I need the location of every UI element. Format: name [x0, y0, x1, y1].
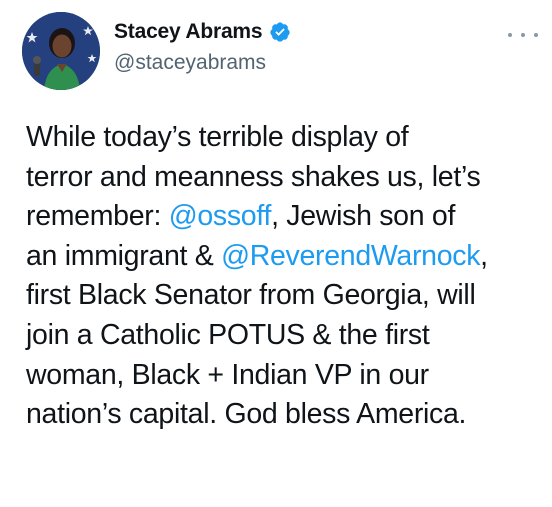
tweet-text-line: While today’s terrible display of [26, 118, 536, 158]
tweet-text-line: nation’s capital. God bless America. [26, 395, 536, 435]
tweet-text-line: join a Catholic POTUS & the first [26, 316, 536, 356]
avatar[interactable] [22, 12, 100, 90]
author-display-name[interactable]: Stacey Abrams [114, 20, 263, 44]
tweet-text-segment: join a Catholic POTUS & the first [26, 318, 430, 351]
tweet-text-segment: , [480, 239, 488, 272]
tweet-text: While today’s terrible display of terror … [26, 118, 536, 435]
tweet-text-segment: remember: [26, 200, 169, 233]
author-handle[interactable]: @staceyabrams [114, 51, 266, 75]
more-options-icon[interactable] [508, 30, 538, 40]
tweet-text-segment: an immigrant & [26, 239, 222, 272]
tweet-text-line: terror and meanness shakes us, let’s [26, 158, 536, 198]
tweet-card: Stacey Abrams @staceyabrams While today’… [0, 0, 552, 507]
author-name-row: Stacey Abrams [114, 20, 291, 44]
tweet-text-segment: first Black Senator from Georgia, will [26, 279, 476, 312]
tweet-text-line: an immigrant & @ReverendWarnock, [26, 237, 536, 277]
tweet-text-segment: terror and meanness shakes us, let’s [26, 160, 481, 193]
more-dot-icon [521, 33, 525, 37]
profile-photo [22, 12, 100, 90]
tweet-text-line: remember: @ossoff, Jewish son of [26, 197, 536, 237]
more-dot-icon [508, 33, 512, 37]
verified-badge-icon [269, 21, 291, 43]
tweet-text-line: woman, Black + Indian VP in our [26, 356, 536, 396]
mention-link[interactable]: @ossoff [169, 200, 272, 232]
more-dot-icon [534, 33, 538, 37]
tweet-text-segment: While today’s terrible display of [26, 121, 409, 153]
tweet-text-segment: , Jewish son of [271, 200, 456, 233]
mention-link[interactable]: @ReverendWarnock [221, 240, 480, 272]
tweet-text-segment: nation’s capital. God bless America. [26, 398, 467, 431]
tweet-text-segment: woman, Black + Indian VP in our [26, 358, 429, 391]
tweet-text-line: first Black Senator from Georgia, will [26, 276, 536, 316]
